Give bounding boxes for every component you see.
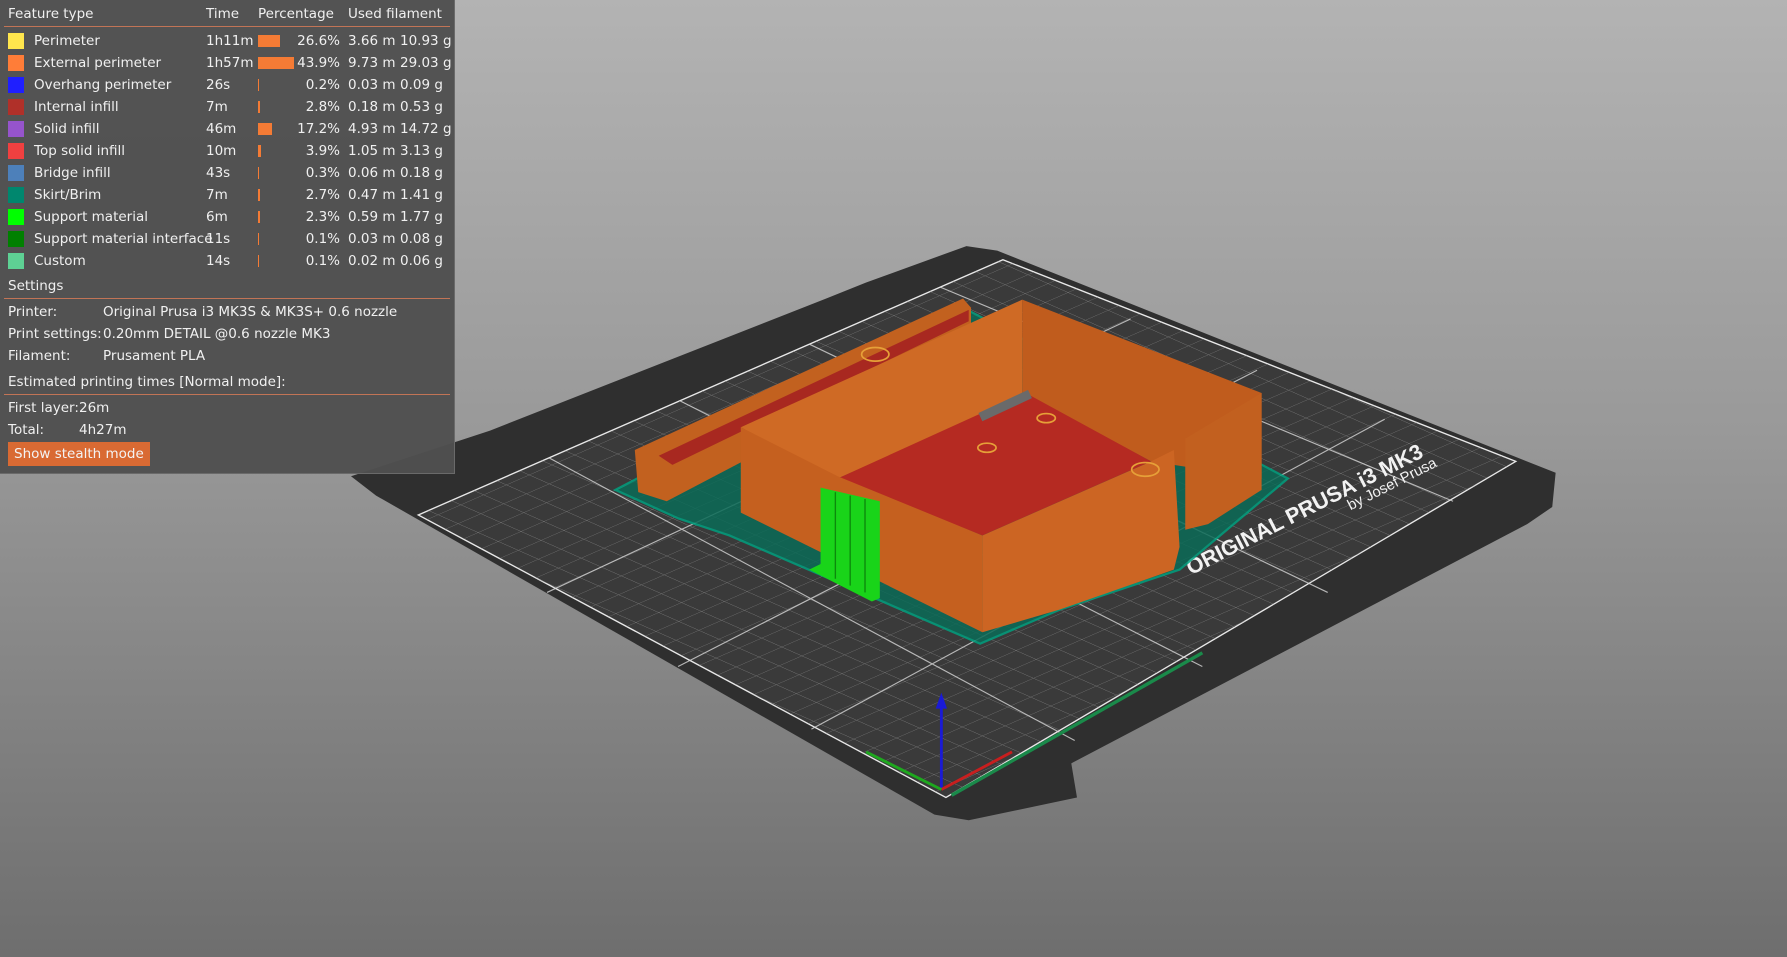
feature-percentage: 2.8% <box>305 99 340 115</box>
feature-weight: 1.41 g <box>400 187 443 203</box>
divider <box>4 298 450 299</box>
feature-length: 1.05 m <box>348 143 396 159</box>
divider <box>4 394 450 395</box>
color-swatch <box>8 77 24 93</box>
color-swatch <box>8 209 24 225</box>
first-layer-label: First layer: <box>8 400 79 416</box>
percentage-bar <box>258 123 273 135</box>
feature-name: Overhang perimeter <box>34 77 172 93</box>
feature-length: 0.06 m <box>348 165 396 181</box>
feature-length: 0.03 m <box>348 231 396 247</box>
feature-name: Perimeter <box>34 33 100 49</box>
feature-length: 4.93 m <box>348 121 396 137</box>
feature-name: Support material <box>34 209 149 225</box>
feature-name: Custom <box>34 253 86 269</box>
color-swatch <box>8 143 24 159</box>
header-percentage: Percentage <box>258 6 334 22</box>
feature-time: 1h57m <box>206 55 254 71</box>
estimated-times-title: Estimated printing times [Normal mode]: <box>8 374 286 390</box>
feature-percentage: 0.1% <box>305 253 340 269</box>
feature-time: 1h11m <box>206 33 254 49</box>
feature-weight: 3.13 g <box>400 143 443 159</box>
feature-time: 6m <box>206 209 228 225</box>
feature-name: Support material interface <box>34 231 213 247</box>
feature-time: 46m <box>206 121 237 137</box>
feature-name: Bridge infill <box>34 165 111 181</box>
printer-value: Original Prusa i3 MK3S & MK3S+ 0.6 nozzl… <box>103 304 398 320</box>
first-layer-value: 26m <box>79 400 110 416</box>
feature-weight: 0.53 g <box>400 99 443 115</box>
feature-length: 0.18 m <box>348 99 396 115</box>
feature-percentage: 0.3% <box>305 165 340 181</box>
feature-weight: 0.18 g <box>400 165 443 181</box>
feature-name: Internal infill <box>34 99 119 115</box>
percentage-bar <box>258 189 261 201</box>
feature-percentage: 43.9% <box>297 55 340 71</box>
feature-name: External perimeter <box>34 55 162 71</box>
feature-percentage: 26.6% <box>297 33 340 49</box>
print-settings-value: 0.20mm DETAIL @0.6 nozzle MK3 <box>103 326 331 342</box>
feature-time: 26s <box>206 77 231 93</box>
feature-name: Top solid infill <box>34 143 126 159</box>
color-swatch <box>8 165 24 181</box>
percentage-bar <box>258 79 259 91</box>
header-used-filament: Used filament <box>348 6 442 22</box>
feature-time: 14s <box>206 253 231 269</box>
percentage-bar <box>258 211 260 223</box>
total-label: Total: <box>8 422 45 438</box>
settings-title: Settings <box>8 278 64 294</box>
feature-time: 11s <box>206 231 231 247</box>
feature-length: 0.02 m <box>348 253 396 269</box>
color-swatch <box>8 187 24 203</box>
feature-weight: 0.06 g <box>400 253 443 269</box>
feature-weight: 0.08 g <box>400 231 443 247</box>
percentage-bar <box>258 255 259 267</box>
header-feature-type: Feature type <box>8 6 94 22</box>
print-settings-label: Print settings: <box>8 326 102 342</box>
feature-length: 0.47 m <box>348 187 396 203</box>
color-swatch <box>8 99 24 115</box>
feature-percentage: 0.1% <box>305 231 340 247</box>
percentage-bar <box>258 35 280 47</box>
color-swatch <box>8 55 24 71</box>
feature-name: Solid infill <box>34 121 100 137</box>
printer-label: Printer: <box>8 304 58 320</box>
color-swatch <box>8 253 24 269</box>
total-value: 4h27m <box>79 422 127 438</box>
feature-weight: 14.72 g <box>400 121 452 137</box>
feature-percentage: 3.9% <box>305 143 340 159</box>
feature-time: 10m <box>206 143 237 159</box>
color-swatch <box>8 121 24 137</box>
feature-length: 0.59 m <box>348 209 396 225</box>
feature-time: 7m <box>206 187 228 203</box>
percentage-bar <box>258 101 261 113</box>
filament-label: Filament: <box>8 348 71 364</box>
color-swatch <box>8 231 24 247</box>
feature-length: 3.66 m <box>348 33 396 49</box>
header-time: Time <box>206 6 240 22</box>
filament-value: Prusament PLA <box>103 348 206 364</box>
feature-weight: 29.03 g <box>400 55 452 71</box>
feature-name: Skirt/Brim <box>34 187 102 203</box>
feature-percentage: 2.3% <box>305 209 340 225</box>
feature-weight: 0.09 g <box>400 77 443 93</box>
feature-weight: 1.77 g <box>400 209 443 225</box>
feature-percentage: 2.7% <box>305 187 340 203</box>
percentage-bar <box>258 145 262 157</box>
feature-length: 9.73 m <box>348 55 396 71</box>
feature-time: 7m <box>206 99 228 115</box>
feature-percentage: 0.2% <box>305 77 340 93</box>
gcode-legend-panel: Feature type Time Percentage Used filame… <box>0 0 455 474</box>
percentage-bar <box>258 233 259 245</box>
feature-length: 0.03 m <box>348 77 396 93</box>
feature-percentage: 17.2% <box>297 121 340 137</box>
feature-weight: 10.93 g <box>400 33 452 49</box>
percentage-bar <box>258 167 259 179</box>
feature-time: 43s <box>206 165 231 181</box>
divider <box>4 26 450 27</box>
color-swatch <box>8 33 24 49</box>
show-stealth-mode-button[interactable]: Show stealth mode <box>8 442 150 466</box>
